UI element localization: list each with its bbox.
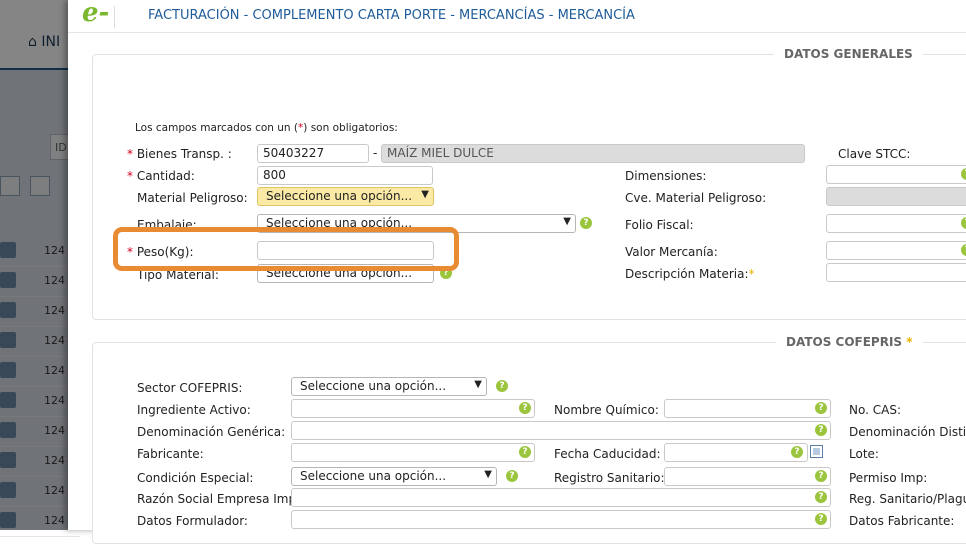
datos-cofepris-legend: DATOS COFEPRIS * xyxy=(776,335,923,349)
embalaje-help-icon[interactable]: ? xyxy=(580,217,592,229)
fecha-caducidad-input[interactable] xyxy=(664,443,808,462)
required-fields-note: Los campos marcados con un (*) son oblig… xyxy=(135,122,398,134)
mercancia-modal: e- FACTURACIÓN - COMPLEMENTO CARTA PORTE… xyxy=(68,0,966,544)
nombre-quimico-help-icon[interactable]: ? xyxy=(815,402,827,414)
cantidad-label: * Cantidad: xyxy=(127,169,195,183)
app-logo: e- xyxy=(82,0,110,28)
bienes-transp-description: MAÍZ MIEL DULCE xyxy=(381,144,805,163)
calendar-icon[interactable] xyxy=(810,445,823,458)
nombre-quimico-label: Nombre Químico: xyxy=(554,403,659,417)
cve-material-peligroso-input xyxy=(826,187,966,206)
nombre-quimico-input[interactable] xyxy=(664,399,831,418)
denominacion-distintiva-label: Denominación Distin xyxy=(849,425,966,439)
valor-mercancia-input[interactable] xyxy=(826,241,966,260)
fabricante-input[interactable] xyxy=(291,443,535,462)
dimensiones-label: Dimensiones: xyxy=(625,169,707,183)
registro-sanitario-input[interactable] xyxy=(664,467,831,486)
razon-social-help-icon[interactable]: ? xyxy=(815,491,827,503)
descripcion-materia-input[interactable] xyxy=(826,263,966,282)
sector-cofepris-label: Sector COFEPRIS: xyxy=(137,381,243,395)
folio-fiscal-label: Folio Fiscal: xyxy=(625,218,694,232)
datos-formulador-label: Datos Formulador: xyxy=(137,514,248,528)
razon-social-input[interactable] xyxy=(291,488,831,507)
denominacion-generica-label: Denominación Genérica: xyxy=(137,425,286,439)
datos-formulador-input[interactable] xyxy=(291,510,831,529)
condicion-especial-select[interactable]: Seleccione una opción... ▼ xyxy=(291,467,497,486)
chevron-down-icon: ▼ xyxy=(421,189,429,200)
razon-social-label: Razón Social Empresa Imp: xyxy=(137,492,301,506)
registro-sanitario-help-icon[interactable]: ? xyxy=(815,470,827,482)
no-cas-label: No. CAS: xyxy=(849,403,901,417)
fabricante-label: Fabricante: xyxy=(137,447,204,461)
material-peligroso-value: Seleccione una opción... xyxy=(266,189,413,203)
descripcion-materia-label: Descripción Materia:* xyxy=(625,267,755,281)
ingrediente-activo-help-icon[interactable]: ? xyxy=(519,402,531,414)
reg-sanitario-plaguicida-label: Reg. Sanitario/Plaguic xyxy=(849,492,966,506)
ingrediente-activo-input[interactable] xyxy=(291,399,535,418)
modal-header: e- FACTURACIÓN - COMPLEMENTO CARTA PORTE… xyxy=(68,0,966,33)
bienes-transp-code-input[interactable]: 50403227 xyxy=(257,144,369,163)
material-peligroso-label: Material Peligroso: xyxy=(137,191,248,205)
dimensiones-input[interactable] xyxy=(826,165,966,184)
sector-cofepris-help-icon[interactable]: ? xyxy=(496,380,508,392)
condicion-especial-label: Condición Especial: xyxy=(137,471,254,485)
fabricante-help-icon[interactable]: ? xyxy=(519,446,531,458)
fecha-caducidad-label: Fecha Caducidad: xyxy=(554,447,661,461)
registro-sanitario-label: Registro Sanitario: xyxy=(554,471,665,485)
lote-label: Lote: xyxy=(849,447,879,461)
sector-cofepris-value: Seleccione una opción... xyxy=(300,379,447,393)
valor-mercancia-label: Valor Mercanía: xyxy=(625,245,718,259)
folio-fiscal-help-icon[interactable]: ? xyxy=(961,217,966,229)
bienes-transp-separator: - xyxy=(373,146,378,160)
permiso-imp-label: Permiso Imp: xyxy=(849,471,928,485)
datos-fabricante-label: Datos Fabricante: xyxy=(849,514,955,528)
ingrediente-activo-label: Ingrediente Activo: xyxy=(137,403,251,417)
chevron-down-icon: ▼ xyxy=(563,216,571,227)
bienes-transp-label: * Bienes Transp. : xyxy=(127,147,232,161)
clave-stcc-label: Clave STCC: xyxy=(838,147,911,161)
condicion-especial-value: Seleccione una opción... xyxy=(300,469,447,483)
cve-material-peligroso-label: Cve. Material Peligroso: xyxy=(625,191,767,205)
fecha-caducidad-help-icon[interactable]: ? xyxy=(791,446,803,458)
dimensiones-help-icon[interactable]: ? xyxy=(961,168,966,180)
peso-highlight-annotation xyxy=(113,227,459,271)
chevron-down-icon: ▼ xyxy=(474,379,482,390)
header-divider xyxy=(114,6,115,28)
denominacion-generica-input[interactable] xyxy=(291,421,831,440)
sector-cofepris-select[interactable]: Seleccione una opción... ▼ xyxy=(291,377,487,396)
datos-formulador-help-icon[interactable]: ? xyxy=(815,513,827,525)
material-peligroso-select[interactable]: Seleccione una opción... ▼ xyxy=(257,187,434,206)
condicion-especial-help-icon[interactable]: ? xyxy=(506,470,518,482)
datos-generales-legend: DATOS GENERALES xyxy=(774,47,923,61)
folio-fiscal-input[interactable] xyxy=(826,214,966,233)
chevron-down-icon: ▼ xyxy=(484,469,492,480)
valor-mercancia-help-icon[interactable]: ? xyxy=(961,244,966,256)
denominacion-generica-help-icon[interactable]: ? xyxy=(815,424,827,436)
modal-title: FACTURACIÓN - COMPLEMENTO CARTA PORTE - … xyxy=(148,8,635,23)
cantidad-input[interactable]: 800 xyxy=(257,166,433,185)
